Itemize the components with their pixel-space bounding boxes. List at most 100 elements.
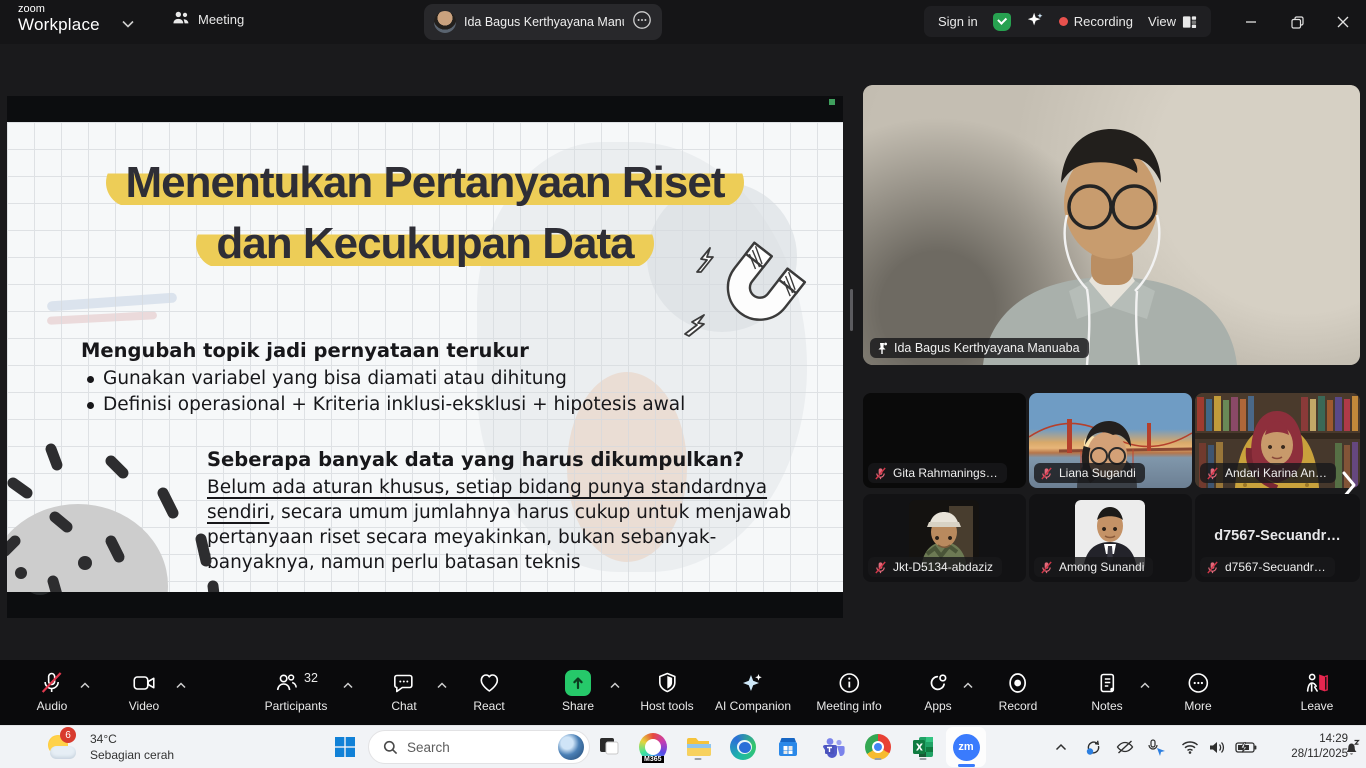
minimize-button[interactable] — [1228, 0, 1274, 44]
participant-name: Liana Sugandi — [1059, 466, 1136, 480]
react-label: React — [473, 699, 504, 713]
ai-companion-button[interactable]: AI Companion — [715, 669, 791, 713]
tray-chevron-up[interactable] — [1048, 732, 1074, 762]
search-daily-image[interactable] — [558, 734, 584, 760]
participant-video-d7567[interactable]: d7567-Secuandr… d7567-Secuandr… — [1195, 494, 1360, 582]
meeting-tab-label: Meeting — [198, 12, 244, 27]
chrome-app[interactable] — [863, 732, 893, 762]
ai-sparkle-icon[interactable] — [1026, 11, 1044, 32]
record-button[interactable]: Record — [999, 669, 1038, 713]
edge-app[interactable] — [728, 732, 758, 762]
teams-app[interactable] — [818, 732, 848, 762]
tray-mic-location-icon[interactable] — [1144, 732, 1170, 762]
section1-heading: Mengubah topik jadi pernyataan terukur — [81, 339, 821, 362]
tab-more-icon[interactable] — [632, 10, 652, 35]
more-icon — [1186, 669, 1210, 696]
audio-label: Audio — [37, 699, 68, 713]
titlebar-controls: Sign in Recording View — [924, 6, 1211, 37]
more-button[interactable]: More — [1184, 669, 1211, 713]
participant-video-gita[interactable]: Gita Rahmanings… — [863, 393, 1026, 488]
participants-button[interactable]: 32 Participants — [265, 669, 328, 713]
excel-app[interactable] — [908, 732, 938, 762]
participant-name-pill: Jkt-D5134-abdaziz — [868, 557, 1002, 577]
brand-zoom: zoom — [18, 3, 100, 15]
taskbar-search[interactable]: Search — [368, 730, 590, 764]
dandelion-illustration — [7, 421, 323, 592]
tray-battery-icon[interactable] — [1233, 732, 1259, 762]
video-button[interactable]: Video — [129, 669, 159, 713]
slide-title-line1: Menentukan Pertanyaan Riset — [7, 158, 843, 208]
apps-options-chevron[interactable] — [963, 676, 973, 694]
meeting-people-icon — [172, 10, 190, 29]
main-speaker-video[interactable]: Ida Bagus Kerthyayana Manuaba — [863, 85, 1360, 365]
muted-mic-icon — [1206, 561, 1219, 574]
speaker-figure — [863, 85, 1360, 365]
m365-copilot-app[interactable]: M365 — [638, 732, 668, 762]
tray-privacy-eye-icon[interactable] — [1112, 732, 1138, 762]
tray-volume-icon[interactable] — [1204, 732, 1230, 762]
tray-sync-icon[interactable] — [1080, 732, 1106, 762]
participant-name: Gita Rahmanings… — [893, 466, 998, 480]
notes-button[interactable]: Notes — [1091, 669, 1122, 713]
participant-video-among[interactable]: Among Sunandi — [1029, 494, 1192, 582]
view-button[interactable]: View — [1148, 14, 1197, 29]
participant-video-jkt[interactable]: Jkt-D5134-abdaziz — [863, 494, 1026, 582]
muted-mic-icon — [1206, 467, 1219, 480]
react-button[interactable]: React — [473, 669, 504, 713]
share-icon — [565, 669, 591, 696]
shield-icon — [655, 669, 679, 696]
weather-widget[interactable]: 6 34°C Sebagian cerah — [46, 730, 174, 764]
share-label: Share — [562, 699, 594, 713]
active-tab-title: Ida Bagus Kerthyayana Manuaba' — [464, 15, 624, 29]
more-label: More — [1184, 699, 1211, 713]
pin-icon — [876, 342, 888, 355]
meeting-info-button[interactable]: Meeting info — [816, 669, 881, 713]
microsoft-store-app[interactable] — [773, 732, 803, 762]
leave-button[interactable]: Leave — [1301, 669, 1334, 713]
task-view-button[interactable] — [594, 732, 624, 762]
audio-options-chevron[interactable] — [80, 676, 90, 694]
share-button[interactable]: Share — [562, 669, 594, 713]
security-shield-icon[interactable] — [993, 13, 1011, 31]
file-explorer-app[interactable] — [683, 732, 713, 762]
video-options-chevron[interactable] — [176, 676, 186, 694]
clock-time: 14:29 — [1262, 732, 1348, 747]
notification-badge: 6 — [60, 727, 76, 743]
muted-mic-icon — [1040, 561, 1053, 574]
host-tools-button[interactable]: Host tools — [640, 669, 693, 713]
tray-notifications-bell-icon[interactable] — [1338, 732, 1364, 762]
share-options-chevron[interactable] — [610, 676, 620, 694]
close-button[interactable] — [1320, 0, 1366, 44]
apps-button[interactable]: Apps — [924, 669, 951, 713]
workspace-chevron-down-icon[interactable] — [122, 15, 134, 33]
speaker-avatar — [434, 11, 456, 33]
chat-options-chevron[interactable] — [437, 676, 447, 694]
brand-workplace: Workplace — [18, 15, 100, 35]
participants-options-chevron[interactable] — [343, 676, 353, 694]
tab-speaker-active[interactable]: Ida Bagus Kerthyayana Manuaba' — [424, 4, 662, 40]
zoom-app[interactable]: zm — [946, 727, 986, 767]
recording-dot-icon — [1059, 17, 1068, 26]
participant-video-andari[interactable]: Andari Karina An… — [1195, 393, 1360, 488]
sign-in-button[interactable]: Sign in — [938, 14, 978, 29]
chat-button[interactable]: Chat — [391, 669, 416, 713]
panel-scrollbar[interactable] — [850, 289, 853, 331]
audio-button[interactable]: Audio — [37, 669, 68, 713]
notes-options-chevron[interactable] — [1140, 676, 1150, 694]
main-speaker-name-pill: Ida Bagus Kerthyayana Manuaba — [870, 338, 1089, 358]
record-icon — [1006, 669, 1030, 696]
windows-taskbar: 6 34°C Sebagian cerah Search M365 — [0, 725, 1366, 768]
apps-icon — [926, 669, 950, 696]
participant-video-liana[interactable]: Liana Sugandi — [1029, 393, 1192, 488]
taskbar-clock[interactable]: 14:29 28/11/2025 — [1262, 732, 1348, 762]
apps-label: Apps — [924, 699, 951, 713]
video-label: Video — [129, 699, 159, 713]
search-placeholder: Search — [407, 740, 549, 755]
tray-wifi-icon[interactable] — [1177, 732, 1203, 762]
start-button[interactable] — [330, 732, 360, 762]
section1-bullet-2: Definisi operasional + Kriteria inklusi-… — [81, 392, 821, 418]
meeting-toolbar: Audio Video 32 Participants Chat — [0, 660, 1366, 725]
restore-button[interactable] — [1274, 0, 1320, 44]
title-bar: zoom Workplace Meeting Ida Bagus Kerthya… — [0, 0, 1366, 44]
tab-meeting[interactable]: Meeting — [172, 10, 244, 29]
